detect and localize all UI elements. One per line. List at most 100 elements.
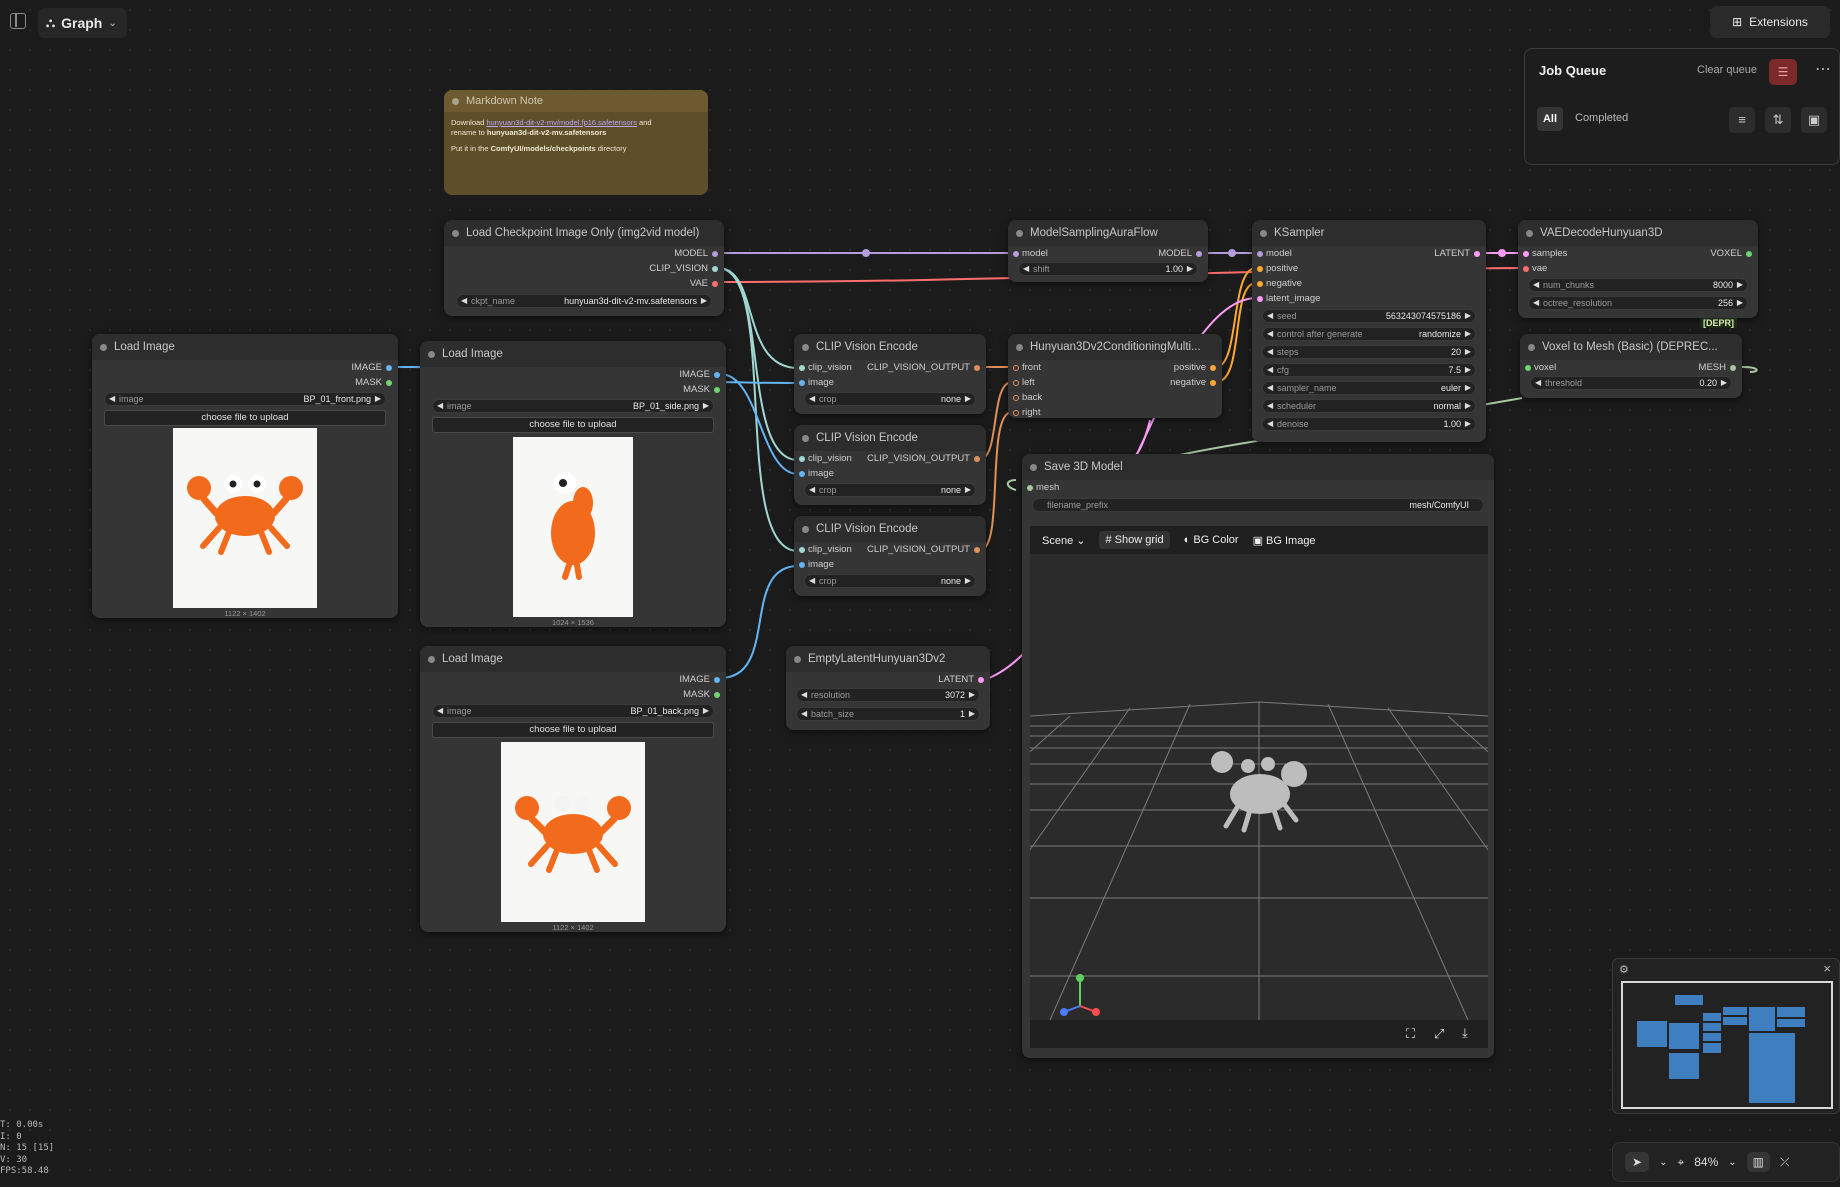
voxel-to-mesh-node[interactable]: Voxel to Mesh (Basic) (DEPREC... voxel M… <box>1520 334 1742 398</box>
empty-latent-hunyuan3dv2-node[interactable]: EmptyLatentHunyuan3Dv2 LATENT ◀ resolutio… <box>786 646 990 730</box>
input-dot[interactable] <box>1257 266 1263 272</box>
input-dot[interactable] <box>1013 380 1019 386</box>
output-dot[interactable] <box>714 372 720 378</box>
crop-widget[interactable]: ◀ crop none ▶ <box>804 392 976 406</box>
image-widget[interactable]: ◀ image BP_01_back.png ▶ <box>432 704 714 718</box>
3d-viewer[interactable] <box>729 526 1789 1046</box>
ksampler-node[interactable]: KSampler model LATENT positive negative … <box>1252 220 1486 442</box>
num-chunks-widget[interactable]: ◀ num_chunks 8000 ▶ <box>1528 278 1748 292</box>
input-dot[interactable] <box>799 562 805 568</box>
minimap-settings-icon[interactable]: ⚙ <box>1619 963 1629 976</box>
chevron-down-icon[interactable]: ⌄ <box>1728 1157 1736 1168</box>
clip-vision-encode-node-3[interactable]: CLIP Vision Encode clip_vision CLIP_VISI… <box>794 516 986 596</box>
hunyuan-conditioning-multiview-node[interactable]: Hunyuan3Dv2ConditioningMulti... front le… <box>1008 334 1222 418</box>
tab-completed[interactable]: Completed <box>1575 112 1628 124</box>
download-icon[interactable]: ⤓ <box>1462 1025 1468 1041</box>
output-dot[interactable] <box>714 692 720 698</box>
output-dot[interactable] <box>974 547 980 553</box>
filter-icon[interactable]: ≡ <box>1729 107 1755 133</box>
upload-button[interactable]: choose file to upload <box>104 410 386 426</box>
bg-color-button[interactable]: ◐ BG Color <box>1184 534 1239 546</box>
input-dot[interactable] <box>1013 365 1019 371</box>
image-icon[interactable]: ▣ <box>1801 107 1827 133</box>
batch-size-widget[interactable]: ◀ batch_size 1 ▶ <box>796 707 980 721</box>
clip-vision-encode-node-2[interactable]: CLIP Vision Encode clip_vision CLIP_VISI… <box>794 425 986 505</box>
input-dot[interactable] <box>799 456 805 462</box>
output-dot[interactable] <box>1196 251 1202 257</box>
output-dot[interactable] <box>714 677 720 683</box>
input-dot[interactable] <box>1257 281 1263 287</box>
zoom-level[interactable]: 84% <box>1694 1155 1718 1169</box>
ckpt-name-widget[interactable]: ◀ ckpt_name hunyuan3d-dit-v2-mv.safetensor… <box>456 294 712 308</box>
output-dot[interactable] <box>386 380 392 386</box>
input-dot[interactable] <box>799 380 805 386</box>
sampler-name-widget[interactable]: ◀ sampler_name euler ▶ <box>1262 381 1476 395</box>
input-dot[interactable] <box>1013 410 1019 416</box>
load-image-front-node[interactable]: Load Image IMAGE MASK ◀ image BP_01_front.… <box>92 334 398 618</box>
output-dot[interactable] <box>1210 380 1216 386</box>
tab-all[interactable]: All <box>1537 107 1563 131</box>
output-dot[interactable] <box>1474 251 1480 257</box>
clear-queue-icon[interactable]: ☰ <box>1769 59 1797 85</box>
input-dot[interactable] <box>1257 251 1263 257</box>
upload-button[interactable]: choose file to upload <box>432 417 714 433</box>
extensions-button[interactable]: ⊞ Extensions <box>1710 6 1830 38</box>
graph-menu-button[interactable]: ⛬ Graph ⌄ <box>38 8 127 38</box>
crop-widget[interactable]: ◀ crop none ▶ <box>804 574 976 588</box>
input-dot[interactable] <box>1027 485 1033 491</box>
input-dot[interactable] <box>1523 251 1529 257</box>
steps-widget[interactable]: ◀ steps 20 ▶ <box>1262 345 1476 359</box>
bg-image-button[interactable]: ▣ BG Image <box>1253 534 1316 547</box>
close-icon[interactable]: × <box>1823 961 1831 976</box>
output-dot[interactable] <box>978 677 984 683</box>
more-icon[interactable]: ⋯ <box>1815 59 1831 79</box>
scene-dropdown[interactable]: Scene ⌄ <box>1042 534 1085 547</box>
input-dot[interactable] <box>1013 251 1019 257</box>
cfg-widget[interactable]: ◀ cfg 7.5 ▶ <box>1262 363 1476 377</box>
show-grid-button[interactable]: # Show grid <box>1099 531 1170 549</box>
input-dot[interactable] <box>799 365 805 371</box>
output-dot[interactable] <box>714 387 720 393</box>
markdown-note-node[interactable]: Markdown Note Download hunyuan3d-dit-v2-… <box>444 90 708 195</box>
load-image-side-node[interactable]: Load Image IMAGE MASK ◀ image BP_01_side.p… <box>420 341 726 627</box>
octree-resolution-widget[interactable]: ◀ octree_resolution 256 ▶ <box>1528 296 1748 310</box>
denoise-widget[interactable]: ◀ denoise 1.00 ▶ <box>1262 417 1476 431</box>
output-dot[interactable] <box>712 281 718 287</box>
output-dot[interactable] <box>1746 251 1752 257</box>
sort-icon[interactable]: ⇅ <box>1765 107 1791 133</box>
filename-prefix-widget[interactable]: filename_prefix mesh/ComfyUI <box>1032 498 1484 512</box>
load-image-back-node[interactable]: Load Image IMAGE MASK ◀ image BP_01_back.p… <box>420 646 726 932</box>
model-sampling-aura-flow-node[interactable]: ModelSamplingAuraFlow model MODEL ◀ shift… <box>1008 220 1208 282</box>
resolution-widget[interactable]: ◀ resolution 3072 ▶ <box>796 688 980 702</box>
vae-decode-hunyuan3d-node[interactable]: VAEDecodeHunyuan3D samples VOXEL vae ◀ nu… <box>1518 220 1758 318</box>
input-dot[interactable] <box>1523 266 1529 272</box>
note-link[interactable]: hunyuan3d-dit-v2-mv/model.fp16.safetenso… <box>486 118 637 127</box>
output-dot[interactable] <box>1210 365 1216 371</box>
output-dot[interactable] <box>1730 365 1736 371</box>
output-dot[interactable] <box>386 365 392 371</box>
fullscreen-icon[interactable]: ⤢ <box>1434 1026 1444 1042</box>
upload-button[interactable]: choose file to upload <box>432 722 714 738</box>
link-visibility-icon[interactable]: ⤫ <box>1780 1155 1790 1170</box>
image-widget[interactable]: ◀ image BP_01_front.png ▶ <box>104 392 386 406</box>
crop-widget[interactable]: ◀ crop none ▶ <box>804 483 976 497</box>
chevron-down-icon[interactable]: ⌄ <box>1659 1157 1667 1168</box>
image-widget[interactable]: ◀ image BP_01_side.png ▶ <box>432 399 714 413</box>
select-tool-icon[interactable]: ➤ <box>1625 1152 1650 1172</box>
fit-view-icon[interactable]: ⛶ <box>1406 1026 1415 1042</box>
minimap[interactable]: ⚙ × <box>1612 958 1840 1114</box>
minimap-toggle-icon[interactable]: ▥ <box>1746 1152 1770 1172</box>
sidebar-toggle-icon[interactable] <box>10 13 26 29</box>
control-after-generate-widget[interactable]: ◀ control after generate randomize ▶ <box>1262 327 1476 341</box>
output-dot[interactable] <box>974 456 980 462</box>
seed-widget[interactable]: ◀ seed 563243074575186 ▶ <box>1262 309 1476 323</box>
output-dot[interactable] <box>712 266 718 272</box>
input-dot[interactable] <box>799 547 805 553</box>
output-dot[interactable] <box>712 251 718 257</box>
input-dot[interactable] <box>799 471 805 477</box>
shift-widget[interactable]: ◀ shift 1.00 ▶ <box>1018 262 1198 276</box>
clip-vision-encode-node-1[interactable]: CLIP Vision Encode clip_vision CLIP_VISI… <box>794 334 986 414</box>
input-dot[interactable] <box>1013 395 1019 401</box>
load-checkpoint-node[interactable]: Load Checkpoint Image Only (img2vid mode… <box>444 220 724 316</box>
input-dot[interactable] <box>1525 365 1531 371</box>
